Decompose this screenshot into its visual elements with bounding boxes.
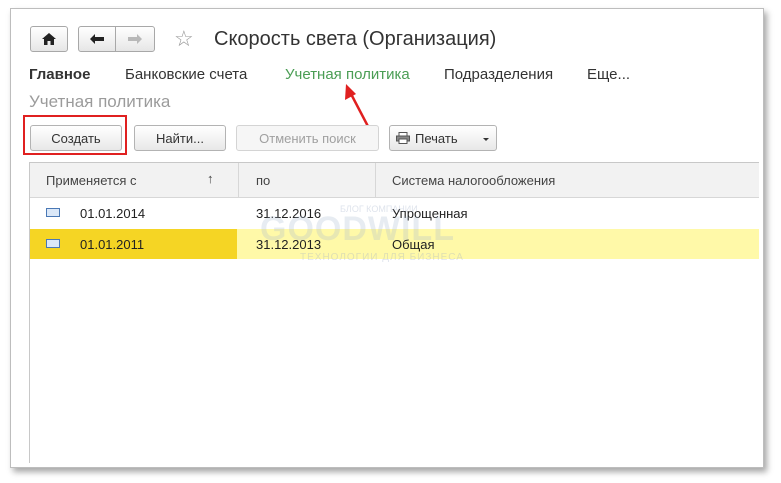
arrow-right-icon bbox=[128, 34, 142, 44]
watermark-tagline: ТЕХНОЛОГИИ ДЛЯ БИЗНЕСА bbox=[300, 252, 464, 263]
cell-from: 01.01.2014 bbox=[80, 206, 146, 221]
column-header-tax-system[interactable]: Система налогообложения bbox=[392, 173, 555, 188]
column-header-from[interactable]: Применяется с bbox=[46, 173, 136, 188]
arrow-left-icon bbox=[90, 34, 104, 44]
document-icon bbox=[46, 239, 60, 248]
star-icon[interactable]: ☆ bbox=[174, 26, 194, 52]
forward-button[interactable] bbox=[115, 26, 155, 52]
print-label: Печать bbox=[415, 130, 458, 146]
tab-more[interactable]: Еще... bbox=[587, 66, 630, 83]
watermark-logo: GOODWILL bbox=[260, 210, 455, 248]
chevron-down-icon bbox=[483, 138, 489, 141]
back-button[interactable] bbox=[78, 26, 116, 52]
home-icon bbox=[42, 33, 56, 45]
find-button[interactable]: Найти... bbox=[134, 125, 226, 151]
table-header: Применяется с ↑ по Система налогообложен… bbox=[30, 163, 759, 198]
tab-main[interactable]: Главное bbox=[29, 66, 90, 83]
home-button[interactable] bbox=[30, 26, 68, 52]
column-divider bbox=[238, 163, 239, 197]
page-title: Скорость света (Организация) bbox=[214, 28, 497, 50]
tab-divisions[interactable]: Подразделения bbox=[444, 66, 553, 83]
cancel-search-button[interactable]: Отменить поиск bbox=[236, 125, 379, 151]
column-header-to[interactable]: по bbox=[256, 173, 270, 188]
tab-bank-accounts[interactable]: Банковские счета bbox=[125, 66, 247, 83]
create-button[interactable]: Создать bbox=[30, 125, 122, 151]
column-divider bbox=[375, 163, 376, 197]
document-icon bbox=[46, 208, 60, 217]
section-title: Учетная политика bbox=[29, 92, 171, 111]
cell-from: 01.01.2011 bbox=[80, 237, 145, 252]
print-button[interactable]: Печать bbox=[389, 125, 497, 151]
arrow-up-icon: ↑ bbox=[207, 171, 214, 186]
printer-icon bbox=[396, 132, 410, 144]
